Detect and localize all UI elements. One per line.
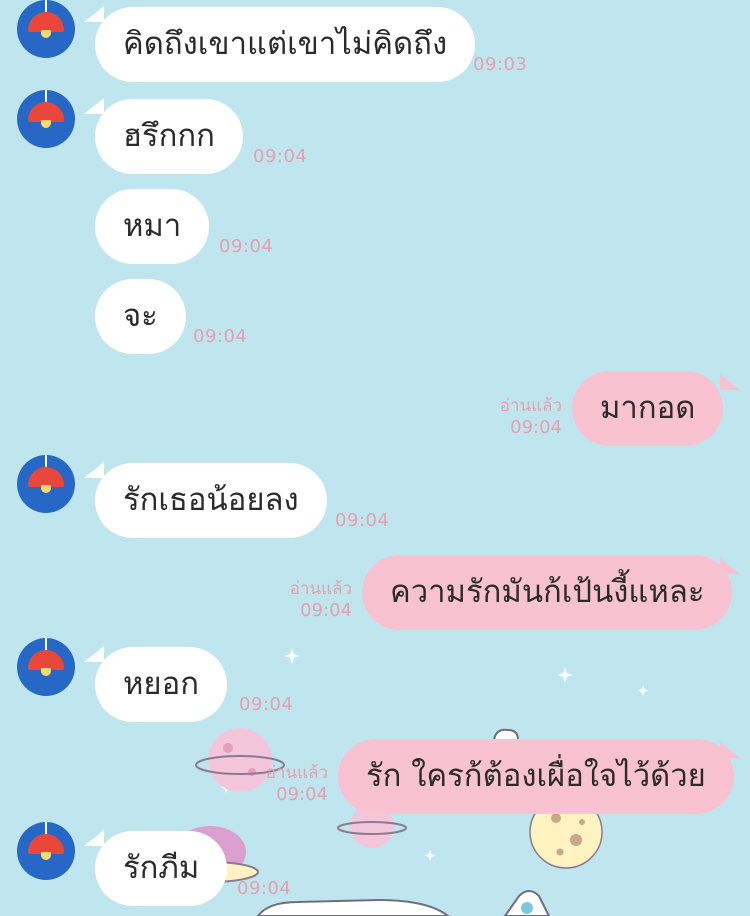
message-time: 09:04	[510, 417, 562, 438]
red-lamp-icon	[28, 467, 64, 487]
read-receipt: อ่านแล้ว	[265, 763, 328, 783]
bubble-tail	[84, 98, 104, 114]
avatar[interactable]	[17, 822, 75, 880]
bubble-tail	[84, 462, 104, 478]
message-time: 09:04	[237, 878, 292, 899]
message-time: 09:04	[239, 694, 294, 715]
message-time: 09:04	[193, 326, 248, 347]
avatar[interactable]	[17, 0, 75, 58]
bubble-tail	[84, 646, 104, 662]
red-lamp-icon	[28, 650, 64, 670]
message-bubble[interactable]: รัก ใครก้ต้องเผื่อใจไว้ด้วย	[338, 739, 734, 814]
message-bubble[interactable]: มากอด	[572, 371, 724, 446]
message-time: 09:04	[300, 600, 352, 621]
message-bubble[interactable]: หยอก	[95, 647, 227, 722]
read-receipt: อ่านแล้ว	[499, 396, 562, 416]
avatar[interactable]	[17, 455, 75, 513]
cat-icon	[256, 898, 450, 916]
message-meta: อ่านแล้ว 09:04	[262, 578, 352, 622]
red-lamp-icon	[28, 12, 64, 32]
bubble-tail	[720, 374, 740, 390]
message-time: 09:04	[219, 236, 274, 257]
rocket-icon	[503, 890, 551, 916]
message-bubble[interactable]: รักภีม	[95, 831, 228, 906]
message-time: 09:04	[253, 146, 308, 167]
message-bubble[interactable]: ความรักมันก้เป้นงี้แหละ	[362, 555, 733, 630]
read-receipt: อ่านแล้ว	[289, 579, 352, 599]
red-lamp-icon	[28, 102, 64, 122]
message-bubble[interactable]: คิดถึงเขาแต่เขาไม่คิดถึง	[95, 7, 476, 82]
message-bubble[interactable]: รักเธอน้อยลง	[95, 463, 327, 538]
message-time: 09:04	[335, 510, 390, 531]
red-lamp-icon	[28, 834, 64, 854]
message-time: 09:04	[276, 784, 328, 805]
message-meta: อ่านแล้ว 09:04	[238, 762, 328, 806]
message-bubble[interactable]: จะ	[95, 279, 186, 354]
message-meta: อ่านแล้ว 09:04	[472, 395, 562, 439]
avatar[interactable]	[17, 90, 75, 148]
avatar[interactable]	[17, 638, 75, 696]
bubble-tail	[84, 830, 104, 846]
message-bubble[interactable]: ฮรึกกก	[95, 99, 243, 174]
bubble-tail	[84, 6, 104, 22]
message-bubble[interactable]: หมา	[95, 189, 210, 264]
message-time: 09:03	[473, 54, 528, 75]
